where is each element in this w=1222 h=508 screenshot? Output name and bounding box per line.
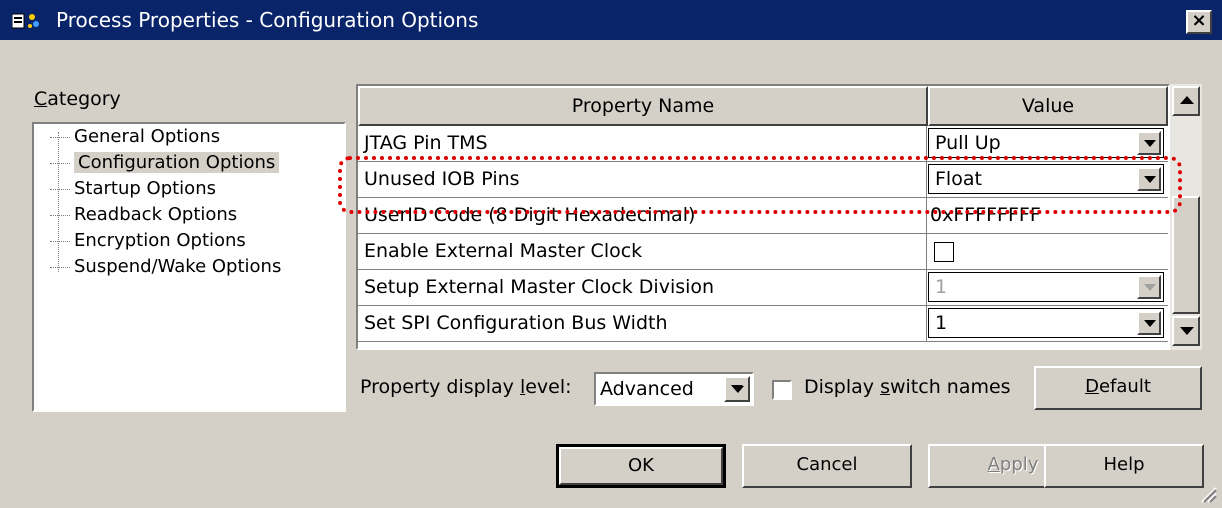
window-title: Process Properties - Configuration Optio… bbox=[56, 8, 479, 32]
app-icon bbox=[12, 13, 39, 29]
column-resize-handle[interactable] bbox=[358, 236, 362, 348]
display-level-value: Advanced bbox=[600, 378, 694, 400]
table-row[interactable]: Setup External Master Clock Division 1 bbox=[358, 270, 1168, 306]
tree-item-configuration[interactable]: Configuration Options bbox=[50, 152, 280, 178]
chevron-down-icon bbox=[1137, 275, 1161, 299]
property-name: Set SPI Configuration Bus Width bbox=[364, 312, 668, 334]
tree-item-general[interactable]: General Options bbox=[50, 126, 220, 152]
property-name: Enable External Master Clock bbox=[364, 240, 643, 262]
dropdown-value: 1 bbox=[935, 312, 948, 334]
table-row[interactable]: Enable External Master Clock bbox=[358, 234, 1168, 270]
property-grid[interactable]: Property Name Value JTAG Pin TMS Pull Up… bbox=[356, 84, 1170, 350]
resize-grip-icon[interactable] bbox=[1196, 482, 1218, 504]
cancel-button[interactable]: Cancel bbox=[742, 444, 912, 488]
table-row[interactable]: Set SPI Configuration Bus Width 1 bbox=[358, 306, 1168, 342]
value-dropdown[interactable]: 1 bbox=[928, 308, 1164, 338]
vertical-scrollbar[interactable] bbox=[1170, 84, 1202, 350]
value-dropdown[interactable]: Pull Up bbox=[928, 128, 1164, 158]
scroll-down-icon[interactable] bbox=[1172, 316, 1200, 346]
tree-item-readback[interactable]: Readback Options bbox=[50, 204, 237, 230]
display-level-select[interactable]: Advanced bbox=[594, 372, 754, 406]
property-name: Setup External Master Clock Division bbox=[364, 276, 715, 298]
tree-item-encryption[interactable]: Encryption Options bbox=[50, 230, 246, 256]
scroll-up-icon[interactable] bbox=[1172, 86, 1200, 116]
display-level-label: Property display level: bbox=[360, 376, 572, 398]
ok-button[interactable]: OK bbox=[556, 444, 726, 488]
help-button[interactable]: Help bbox=[1044, 444, 1204, 488]
chevron-down-icon[interactable] bbox=[1137, 311, 1161, 335]
tree-item-suspend-wake[interactable]: Suspend/Wake Options bbox=[50, 256, 281, 282]
scroll-thumb[interactable] bbox=[1172, 196, 1200, 314]
display-switch-names-label[interactable]: Display switch names bbox=[804, 376, 1011, 398]
close-icon: × bbox=[1191, 10, 1207, 31]
default-button[interactable]: Default bbox=[1034, 366, 1202, 410]
header-property-name[interactable]: Property Name bbox=[358, 86, 928, 126]
chevron-down-icon[interactable] bbox=[724, 376, 750, 402]
close-button[interactable]: × bbox=[1186, 10, 1212, 34]
tree-item-startup[interactable]: Startup Options bbox=[50, 178, 216, 204]
value-checkbox[interactable] bbox=[934, 242, 954, 262]
chevron-down-icon[interactable] bbox=[1137, 131, 1161, 155]
category-label: Category bbox=[34, 88, 121, 110]
property-name: JTAG Pin TMS bbox=[364, 132, 488, 154]
dropdown-value: 1 bbox=[935, 276, 948, 298]
dropdown-value: Pull Up bbox=[935, 132, 1001, 154]
header-value[interactable]: Value bbox=[928, 86, 1168, 126]
value-dropdown-disabled: 1 bbox=[928, 272, 1164, 302]
display-switch-names-checkbox[interactable] bbox=[772, 380, 792, 400]
highlight-annotation bbox=[338, 156, 1182, 214]
